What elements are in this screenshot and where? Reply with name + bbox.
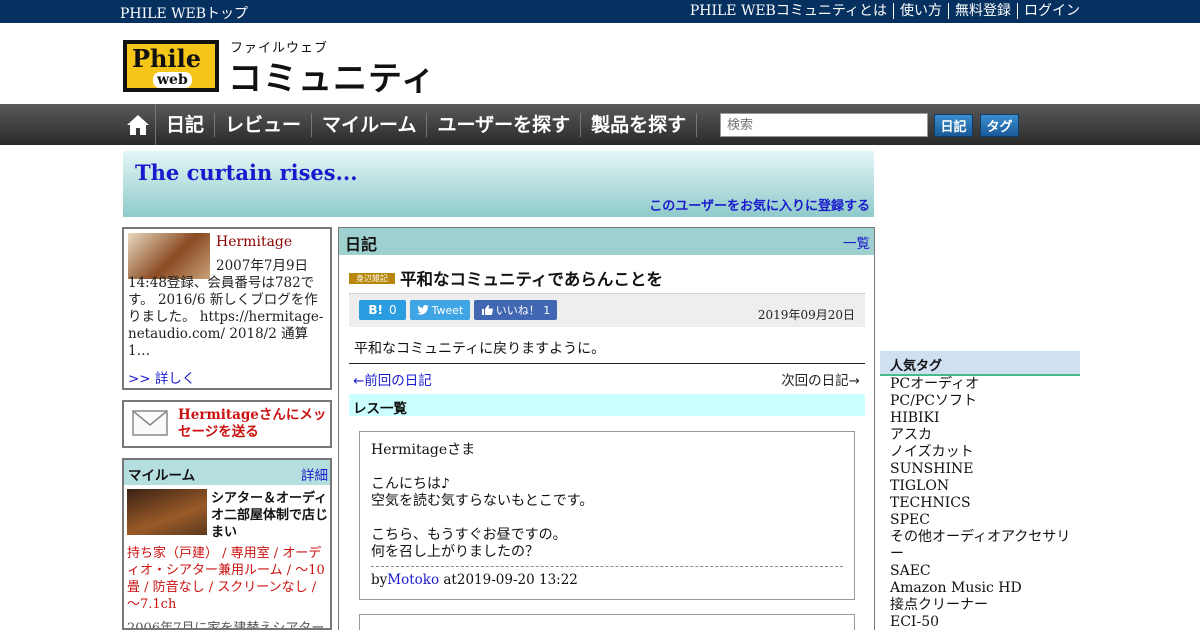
diary-header: 日記 一覧 bbox=[339, 228, 874, 255]
diary-heading: 日記 bbox=[345, 235, 378, 254]
comment-line: こんにちは♪ bbox=[371, 476, 450, 492]
comment-author-link[interactable]: Motoko bbox=[387, 572, 439, 588]
search-input[interactable] bbox=[720, 113, 928, 137]
message-box[interactable]: Hermitageさんにメッセージを送る bbox=[122, 400, 332, 448]
comment-line bbox=[371, 510, 843, 527]
comment-line bbox=[371, 459, 843, 476]
search-tag-button[interactable]: タグ bbox=[980, 114, 1019, 137]
myroom-title[interactable]: シアター＆オーディオ二部屋体制で店じまい bbox=[211, 490, 329, 541]
twitter-bird-icon bbox=[416, 305, 429, 315]
diary-panel: 日記 一覧 身辺雑記 平和なコミュニティであらんことを B! 0 Tweet い… bbox=[338, 227, 875, 630]
popular-tags-list: PCオーディオ PC/PCソフト HIBIKI アスカ ノイズカット SUNSH… bbox=[880, 376, 1080, 630]
comment-line: 何を召し上がりましたの？ bbox=[371, 544, 539, 560]
nav-review[interactable]: レビュー bbox=[215, 112, 313, 137]
thumbs-up-icon bbox=[481, 305, 493, 315]
myroom-description: 2006年7月に家を建替えシアター bbox=[127, 621, 325, 630]
mail-icon bbox=[132, 410, 168, 436]
profile-box: Hermitage 2007年7月9日 14:48登録、会員番号は782です。 … bbox=[122, 227, 332, 390]
responses-header: レス一覧 bbox=[349, 394, 865, 417]
add-favorite-link[interactable]: このユーザーをお気に入りに登録する bbox=[649, 195, 870, 214]
register-link[interactable]: 無料登録 bbox=[948, 3, 1017, 19]
tag-item[interactable]: アスカ bbox=[880, 427, 1080, 444]
tag-item[interactable]: TIGLON bbox=[880, 478, 1080, 495]
logo-web-text: web bbox=[153, 72, 192, 88]
logo-phile-text: Phile bbox=[132, 44, 201, 73]
blog-title[interactable]: The curtain rises... bbox=[135, 160, 358, 185]
tag-item[interactable]: ECI-50 bbox=[880, 614, 1080, 630]
responses-heading: レス一覧 bbox=[353, 401, 407, 417]
profile-more-link[interactable]: >> 詳しく bbox=[128, 367, 195, 387]
howto-link[interactable]: 使い方 bbox=[893, 3, 948, 19]
facebook-like-button[interactable]: いいね！ 1 bbox=[474, 300, 557, 320]
entry-body: 平和なコミュニティに戻りますように。 bbox=[354, 341, 606, 357]
tweet-button[interactable]: Tweet bbox=[410, 300, 470, 320]
myroom-box: マイルーム 詳細 シアター＆オーディオ二部屋体制で店じまい 持ち家（戸建） / … bbox=[122, 458, 332, 630]
comment-line: こちら、もうすぐお昼ですの。 bbox=[371, 527, 567, 543]
previous-entry-link[interactable]: ←前回の日記 bbox=[353, 369, 432, 389]
hatena-bookmark-button[interactable]: B! 0 bbox=[359, 300, 406, 320]
share-bar: B! 0 Tweet いいね！ 1 2019年09月20日 bbox=[349, 293, 865, 327]
like-label: いいね！ 1 bbox=[495, 304, 551, 317]
comment-line: Hermitageさま bbox=[371, 442, 476, 458]
top-links: PHILE WEBコミュニティとは 使い方 無料登録 ログイン bbox=[684, 3, 1080, 19]
myroom-heading: マイルーム bbox=[128, 468, 196, 484]
myroom-header: マイルーム 詳細 bbox=[124, 460, 330, 485]
comment: Hermitageさま こんにちは♪ 空気を読む気すらないもとこです。 こちら、… bbox=[359, 431, 855, 600]
nav-diary[interactable]: 日記 bbox=[156, 112, 216, 137]
search-diary-button[interactable]: 日記 bbox=[934, 114, 973, 137]
send-message-link[interactable]: Hermitageさんにメッセージを送る bbox=[178, 407, 328, 441]
next-entry-link[interactable]: 次回の日記→ bbox=[781, 369, 860, 389]
hatena-count: 0 bbox=[388, 303, 397, 317]
popular-tags-header: 人気タグ bbox=[880, 351, 1080, 376]
main-nav: 日記 レビュー マイルーム ユーザーを探す 製品を探す 日記 タグ bbox=[0, 104, 1200, 145]
entry-divider bbox=[349, 363, 865, 364]
tag-item[interactable]: SAEC bbox=[880, 563, 1080, 580]
phile-web-top-link[interactable]: PHILE WEBトップ bbox=[120, 3, 248, 23]
comment-body: Hermitageさま こんにちは♪ 空気を読む気すらないもとこです。 こちら、… bbox=[371, 442, 843, 561]
tag-item[interactable]: SPEC bbox=[880, 512, 1080, 529]
tag-item[interactable]: PC/PCソフト bbox=[880, 393, 1080, 410]
category-badge[interactable]: 身辺雑記 bbox=[349, 273, 395, 284]
hatena-icon: B! bbox=[368, 303, 383, 317]
tag-item[interactable]: ノイズカット bbox=[880, 444, 1080, 461]
tweet-label: Tweet bbox=[431, 303, 464, 317]
top-bar: PHILE WEBトップ PHILE WEBコミュニティとは 使い方 無料登録 … bbox=[0, 0, 1200, 23]
user-banner: The curtain rises... このユーザーをお気に入りに登録する bbox=[123, 151, 874, 217]
tag-item[interactable]: PCオーディオ bbox=[880, 376, 1080, 393]
myroom-detail-link[interactable]: 詳細 bbox=[301, 464, 328, 484]
tag-item[interactable]: Amazon Music HD bbox=[880, 580, 1080, 597]
tag-item[interactable]: SUNSHINE bbox=[880, 461, 1080, 478]
entry-date: 2019年09月20日 bbox=[757, 308, 855, 322]
logo-title[interactable]: コミュニティ bbox=[228, 51, 436, 100]
site-header: Phile web ファイルウェブ コミュニティ bbox=[0, 23, 1200, 104]
tag-item[interactable]: 接点クリーナー bbox=[880, 597, 1080, 614]
tag-item[interactable]: TECHNICS bbox=[880, 495, 1080, 512]
comment bbox=[359, 614, 855, 630]
entry-title: 平和なコミュニティであらんことを bbox=[400, 270, 663, 289]
comment-meta: byMotoko at2019-09-20 13:22 bbox=[371, 572, 578, 588]
profile-name-link[interactable]: Hermitage bbox=[216, 234, 292, 250]
comment-by: by bbox=[371, 572, 388, 588]
tag-item[interactable]: その他オーディオアクセサリー bbox=[880, 529, 1080, 563]
nav-items: 日記 レビュー マイルーム ユーザーを探す 製品を探す bbox=[120, 104, 698, 145]
myroom-tags[interactable]: 持ち家（戸建） / 専用室 / オーディオ・シアター兼用ルーム / ～10畳 /… bbox=[127, 545, 329, 613]
phile-web-logo[interactable]: Phile web bbox=[123, 40, 219, 92]
nav-find-users[interactable]: ユーザーを探す bbox=[427, 112, 582, 137]
about-link[interactable]: PHILE WEBコミュニティとは bbox=[684, 3, 893, 19]
comment-divider bbox=[371, 566, 843, 567]
myroom-thumbnail[interactable] bbox=[127, 489, 207, 535]
nav-find-products[interactable]: 製品を探す bbox=[581, 112, 698, 137]
profile-text: 2007年7月9日 14:48登録、会員番号は782です。 2016/6 新しく… bbox=[128, 258, 324, 359]
login-link[interactable]: ログイン bbox=[1017, 3, 1080, 19]
comment-timestamp: at2019-09-20 13:22 bbox=[439, 572, 578, 588]
popular-tags-heading: 人気タグ bbox=[890, 359, 943, 374]
tag-item[interactable]: HIBIKI bbox=[880, 410, 1080, 427]
diary-list-link[interactable]: 一覧 bbox=[843, 232, 870, 252]
home-icon[interactable] bbox=[120, 104, 156, 145]
nav-myroom[interactable]: マイルーム bbox=[312, 112, 428, 137]
comment-line: 空気を読む気すらないもとこです。 bbox=[371, 493, 594, 509]
